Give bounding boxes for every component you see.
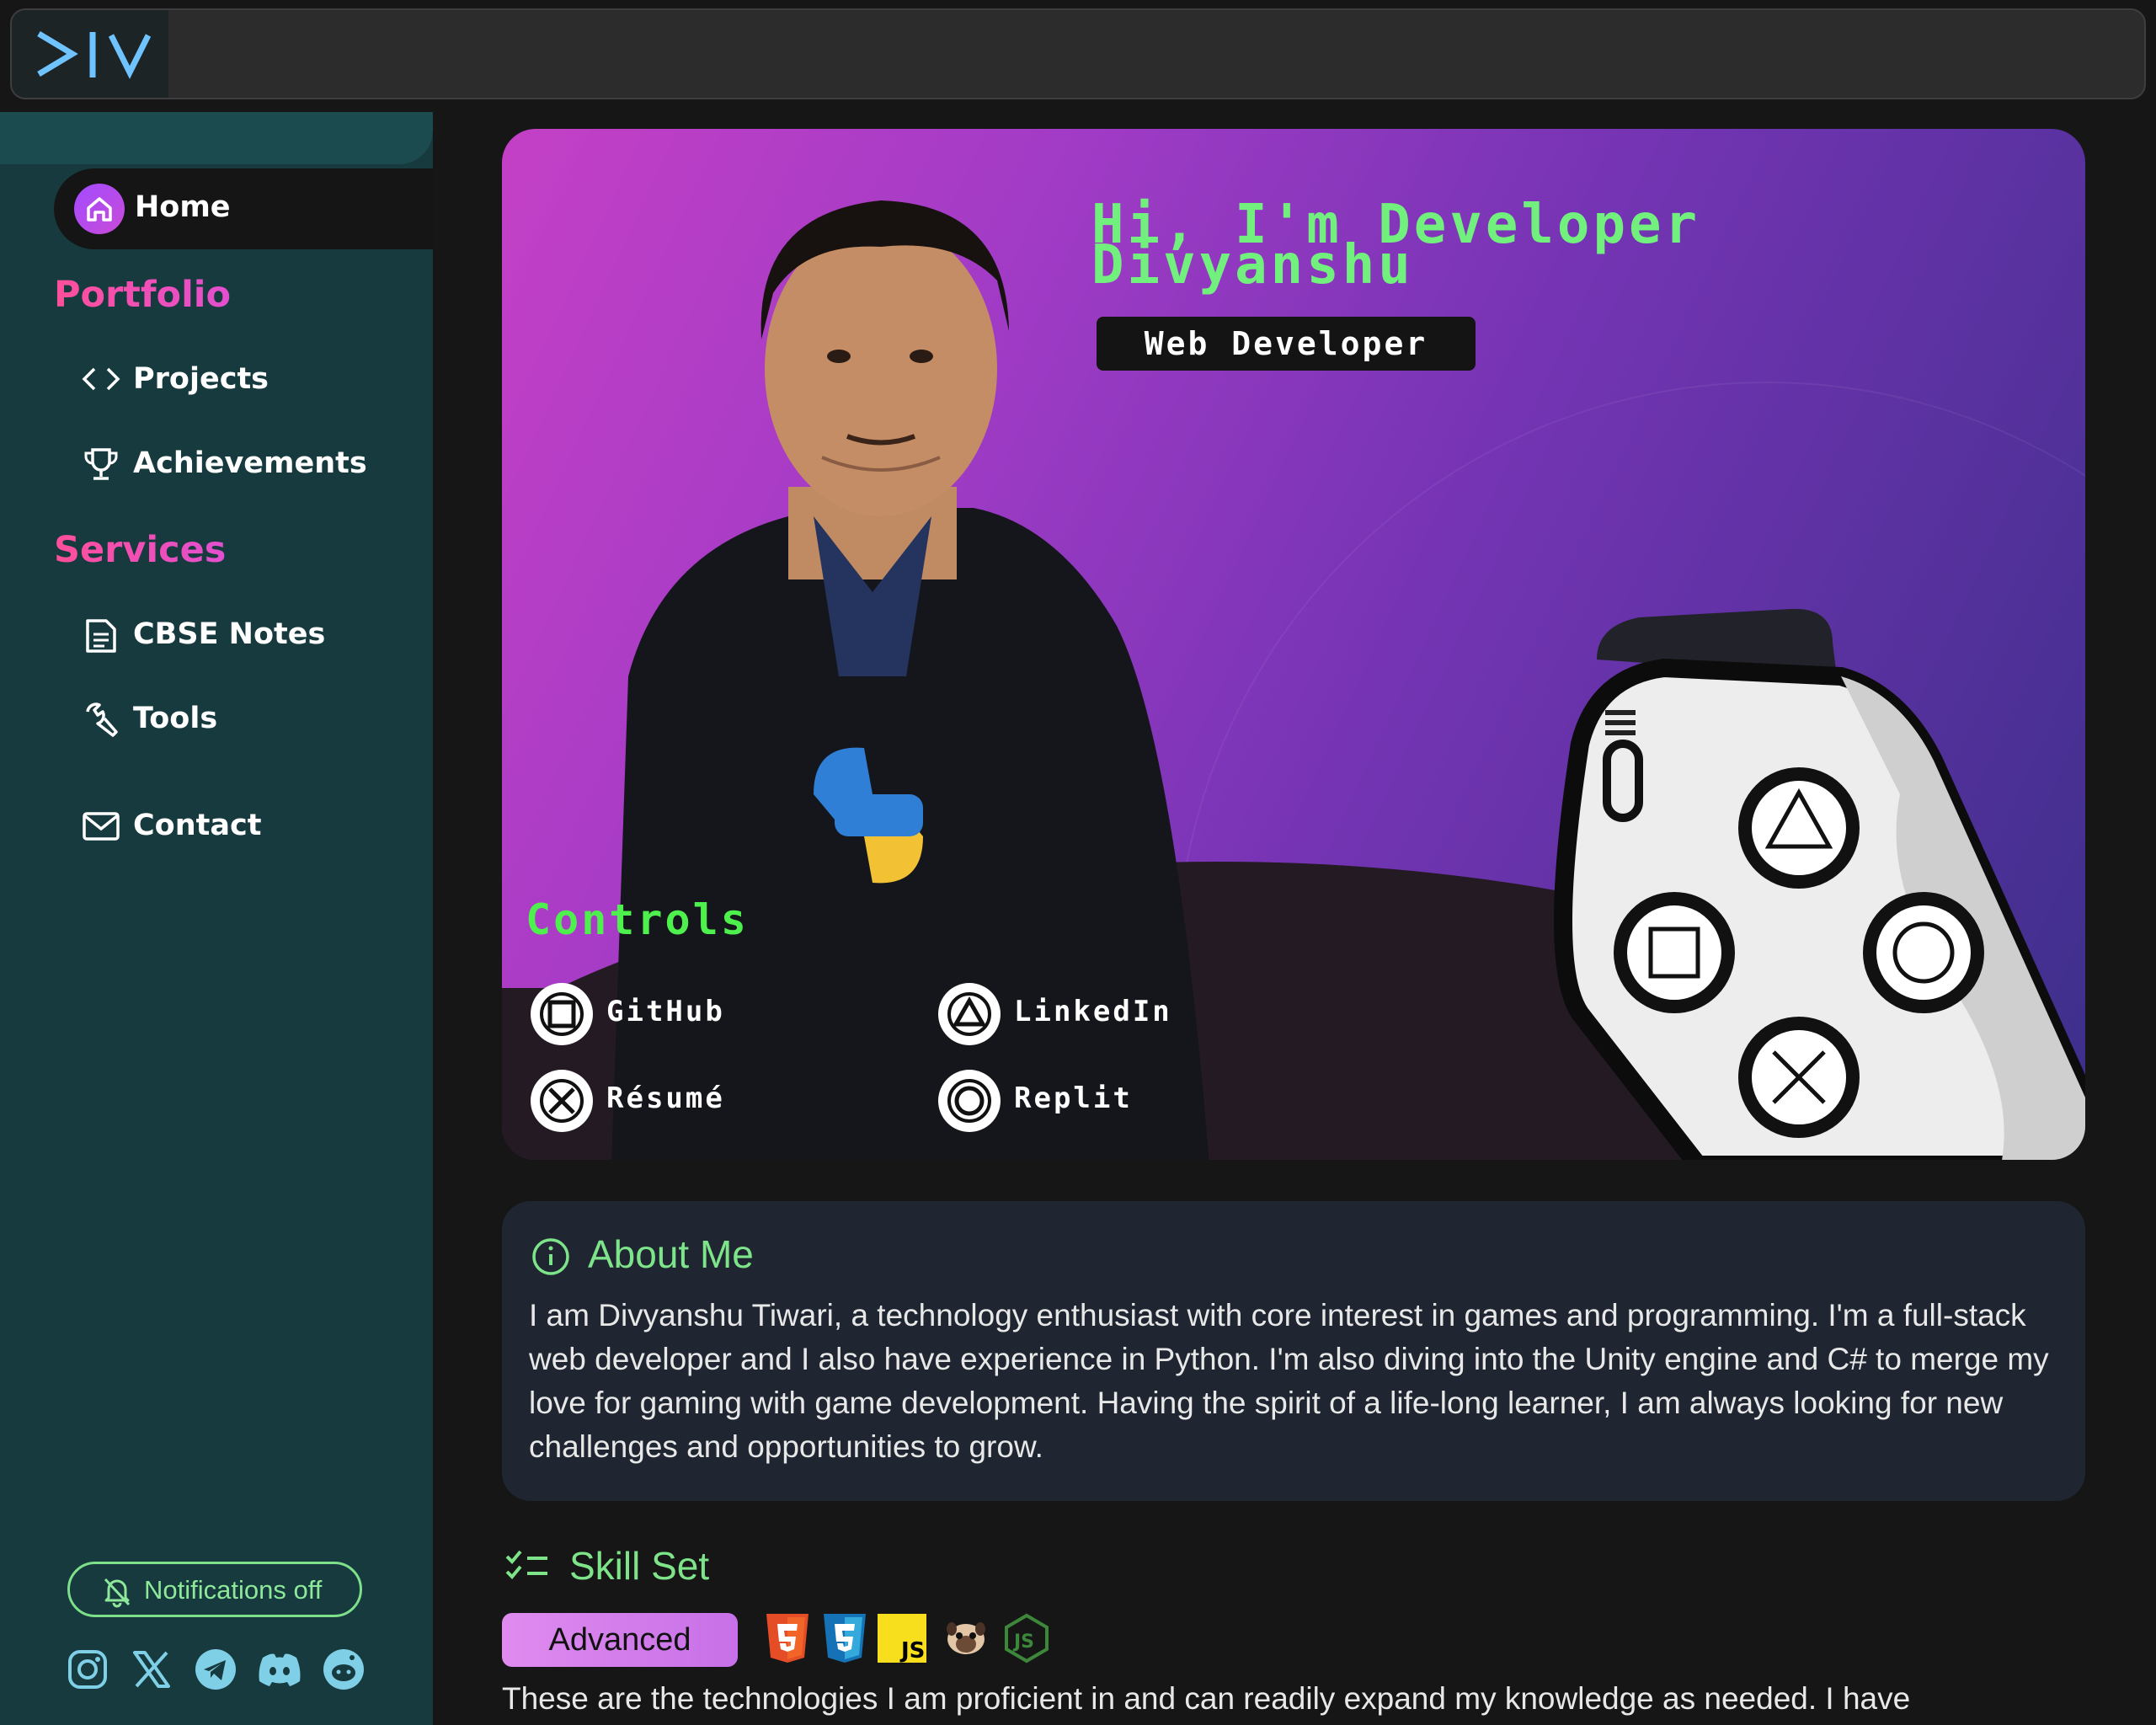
square-button-icon [1614, 892, 1735, 1013]
control-label: LinkedIn [1014, 995, 1172, 1028]
triangle-button-icon [1738, 767, 1860, 889]
sidebar-item-projects[interactable]: Projects [81, 354, 418, 404]
svg-text:JS: JS [1012, 1632, 1034, 1653]
replit-link[interactable]: Replit [938, 1070, 1191, 1137]
skills-text: These are the technologies I am proficie… [502, 1681, 1911, 1716]
checklist-icon [505, 1550, 547, 1579]
sidebar-item-home[interactable]: Home [54, 168, 433, 249]
pug-icon [947, 1622, 985, 1654]
github-link[interactable]: GitHub [531, 983, 783, 1050]
reddit-icon[interactable] [322, 1648, 366, 1691]
notifications-toggle[interactable]: Notifications off [67, 1562, 362, 1617]
home-icon [74, 184, 125, 234]
html5-icon [766, 1614, 808, 1663]
bell-off-icon [104, 1578, 131, 1608]
portfolio-heading: Portfolio [54, 274, 232, 316]
sidebar-item-label: Home [135, 190, 231, 224]
role-badge: Web Developer [1097, 317, 1476, 371]
sidebar-item-label: Tools [133, 702, 218, 735]
css3-icon [824, 1614, 866, 1663]
circle-button-icon [938, 1070, 1001, 1132]
sidebar-item-label: Contact [133, 809, 262, 842]
trophy-icon [84, 448, 118, 480]
logo-icon [37, 30, 152, 79]
controls-heading: Controls [526, 895, 749, 944]
svg-text:JS: JS [899, 1638, 925, 1664]
sidebar-item-contact[interactable]: Contact [81, 800, 418, 851]
sidebar-item-label: Achievements [133, 446, 367, 480]
linkedin-link[interactable]: LinkedIn [938, 983, 1208, 1050]
control-label: GitHub [606, 995, 725, 1028]
info-icon [532, 1238, 569, 1275]
notifications-label: Notifications off [144, 1575, 323, 1605]
sidebar-header [0, 112, 433, 164]
code-icon [82, 367, 120, 391]
sidebar-item-achievements[interactable]: Achievements [81, 438, 418, 489]
triangle-button-icon [938, 983, 1001, 1045]
hero-title: Hi, I'm Developer Divyanshu [1091, 198, 1849, 292]
sidebar-item-cbse-notes[interactable]: CBSE Notes [81, 609, 418, 660]
skills-title: Skill Set [569, 1544, 710, 1588]
sidebar-item-label: CBSE Notes [133, 617, 326, 651]
cross-button-icon [531, 1070, 593, 1132]
mail-icon [83, 812, 120, 841]
javascript-icon: JS [878, 1614, 926, 1664]
skill-level-tab[interactable]: Advanced [502, 1613, 738, 1667]
x-icon[interactable] [130, 1648, 173, 1691]
top-bar [10, 8, 2146, 99]
game-controller-illustration [1554, 608, 2085, 1160]
resume-link[interactable]: Résumé [531, 1070, 783, 1137]
control-label: Résumé [606, 1081, 725, 1115]
services-heading: Services [54, 529, 227, 571]
about-text: I am Divyanshu Tiwari, a technology enth… [529, 1298, 2049, 1464]
about-card: About Me I am Divyanshu Tiwari, a techno… [502, 1201, 2085, 1501]
circle-button-icon [1863, 892, 1984, 1013]
cross-button-icon [1738, 1017, 1860, 1138]
discord-icon[interactable] [256, 1648, 303, 1691]
sidebar-item-tools[interactable]: Tools [81, 693, 418, 744]
sidebar-item-label: Projects [133, 362, 270, 396]
about-title: About Me [588, 1232, 754, 1276]
site-logo[interactable] [12, 10, 168, 98]
hero-card: Hi, I'm Developer Divyanshu Web Develope… [502, 129, 2085, 1160]
control-label: Replit [1014, 1081, 1133, 1115]
nodejs-icon: JS [1005, 1613, 1049, 1664]
wrench-icon [86, 702, 118, 737]
instagram-icon[interactable] [66, 1648, 109, 1691]
document-icon [86, 619, 116, 653]
square-button-icon [531, 983, 593, 1045]
telegram-icon[interactable] [194, 1648, 237, 1691]
